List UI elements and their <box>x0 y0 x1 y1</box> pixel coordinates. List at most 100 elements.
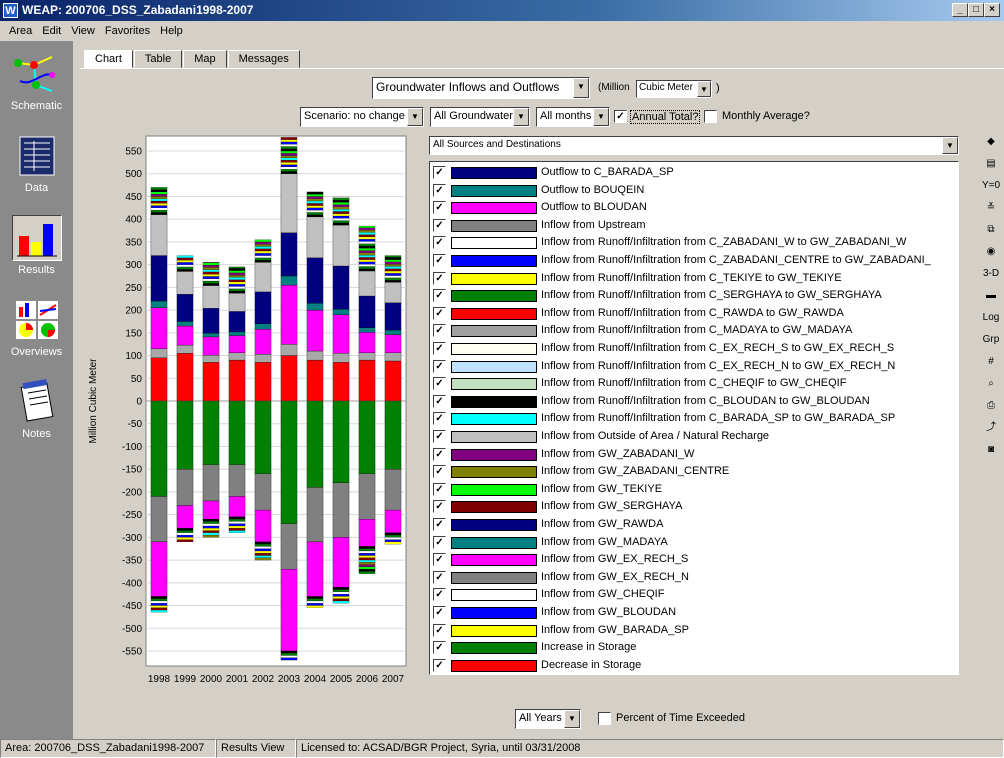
months-select[interactable]: All months ▼ <box>536 107 610 127</box>
tab-table[interactable]: Table <box>133 50 183 68</box>
scenario-select[interactable]: Scenario: no change ▼ <box>300 107 424 127</box>
stack-icon[interactable]: ≚ <box>981 198 1001 218</box>
sidebar-item-notes[interactable]: Notes <box>0 379 73 440</box>
tab-messages[interactable]: Messages <box>227 50 300 68</box>
years-select[interactable]: All Years ▼ <box>515 709 581 729</box>
unit-select[interactable]: Cubic Meter ▼ <box>636 80 712 98</box>
group-icon[interactable]: Grp <box>981 330 1001 350</box>
legend-checkbox[interactable]: ✓ <box>433 500 446 514</box>
variable-select[interactable]: Groundwater Inflows and Outflows ▼ <box>372 77 590 99</box>
color-palette-icon[interactable]: ◆ <box>981 132 1001 152</box>
3d-icon[interactable]: 3-D <box>981 264 1001 284</box>
log-scale-icon[interactable]: Log <box>981 308 1001 328</box>
legend-checkbox[interactable]: ✓ <box>433 306 446 320</box>
legend-checkbox[interactable]: ✓ <box>433 359 446 373</box>
legend-checkbox[interactable]: ✓ <box>433 570 446 584</box>
legend-checkbox[interactable]: ✓ <box>433 342 446 355</box>
legend-checkbox[interactable]: ✓ <box>433 553 446 567</box>
monthly-average-checkbox[interactable] <box>704 110 717 123</box>
menu-help[interactable]: Help <box>155 25 188 37</box>
legend-checkbox[interactable]: ✓ <box>433 289 446 303</box>
maximize-icon[interactable]: □ <box>968 3 984 17</box>
legend-item[interactable]: ✓ Inflow from Runoff/Infiltration from C_… <box>430 375 958 393</box>
legend-item[interactable]: ✓ Inflow from Runoff/Infiltration from C_… <box>430 252 958 270</box>
sidebar-item-schematic[interactable]: Schematic <box>0 51 73 112</box>
legend-item[interactable]: ✓ Outflow to C_BARADA_SP <box>430 164 958 182</box>
close-icon[interactable]: × <box>984 3 1000 17</box>
legend-checkbox[interactable]: ✓ <box>433 482 446 496</box>
line-width-icon[interactable]: ▬ <box>981 286 1001 306</box>
legend-checkbox[interactable]: ✓ <box>433 166 446 179</box>
sources-select[interactable]: All Sources and Destinations ▼ <box>429 136 959 155</box>
legend-checkbox[interactable]: ✓ <box>433 254 446 267</box>
legend-item[interactable]: ✓ Inflow from Runoff/Infiltration from C_… <box>430 393 958 411</box>
menu-edit[interactable]: Edit <box>37 25 66 37</box>
legend-checkbox[interactable]: ✓ <box>433 447 446 461</box>
legend-checkbox[interactable]: ✓ <box>433 606 446 619</box>
print-icon[interactable]: ⎙ <box>981 396 1001 416</box>
legend-item[interactable]: ✓ Inflow from Runoff/Infiltration from C_… <box>430 322 958 340</box>
export-icon[interactable]: ⤴ <box>981 418 1001 438</box>
legend-item[interactable]: ✓ Inflow from Runoff/Infiltration from C_… <box>430 270 958 288</box>
legend-checkbox[interactable]: ✓ <box>433 377 446 391</box>
legend-item[interactable]: ✓ Inflow from Runoff/Infiltration from C_… <box>430 234 958 252</box>
legend-checkbox[interactable]: ✓ <box>433 271 446 285</box>
legend-item[interactable]: ✓ Increase in Storage <box>430 639 958 657</box>
legend-checkbox[interactable]: ✓ <box>433 658 446 672</box>
legend-checkbox[interactable]: ✓ <box>433 588 446 602</box>
chart-type-icon[interactable]: ▤ <box>981 154 1001 174</box>
legend-item[interactable]: ✓ Inflow from GW_EX_RECH_N <box>430 569 958 587</box>
legend-checkbox[interactable]: ✓ <box>433 236 446 250</box>
menu-view[interactable]: View <box>66 25 100 37</box>
annual-total-checkbox[interactable]: ✓ <box>614 110 627 123</box>
legend-item[interactable]: ✓ Decrease in Storage <box>430 657 958 675</box>
legend-item[interactable]: ✓ Inflow from GW_TEKIYE <box>430 481 958 499</box>
tab-chart[interactable]: Chart <box>84 50 133 68</box>
legend-item[interactable]: ✓ Inflow from Runoff/Infiltration from C_… <box>430 358 958 376</box>
groundwater-select[interactable]: All Groundwater ▼ <box>430 107 530 127</box>
legend-checkbox[interactable]: ✓ <box>433 218 446 232</box>
legend-checkbox[interactable]: ✓ <box>433 183 446 197</box>
legend-item[interactable]: ✓ Inflow from GW_BLOUDAN <box>430 604 958 622</box>
legend-item[interactable]: ✓ Inflow from GW_CHEQIF <box>430 586 958 604</box>
legend-item[interactable]: ✓ Inflow from GW_ZABADANI_W <box>430 446 958 464</box>
legend-checkbox[interactable]: ✓ <box>433 201 446 215</box>
legend-item[interactable]: ✓ Inflow from Runoff/Infiltration from C_… <box>430 305 958 323</box>
legend-checkbox[interactable]: ✓ <box>433 412 446 426</box>
legend-item[interactable]: ✓ Inflow from GW_BARADA_SP <box>430 622 958 640</box>
legend-item[interactable]: ✓ Inflow from Runoff/Infiltration from C_… <box>430 287 958 305</box>
menu-area[interactable]: Area <box>4 25 37 37</box>
legend-checkbox[interactable]: ✓ <box>433 535 446 549</box>
legend-item[interactable]: ✓ Inflow from GW_MADAYA <box>430 534 958 552</box>
legend-item[interactable]: ✓ Inflow from Outside of Area / Natural R… <box>430 428 958 446</box>
legend-checkbox[interactable]: ✓ <box>433 518 446 531</box>
sidebar-item-data[interactable]: Data <box>0 133 73 194</box>
sidebar-item-results[interactable]: Results <box>0 215 73 276</box>
zoom-icon[interactable]: ⌕ <box>981 374 1001 394</box>
legend-item[interactable]: ✓ Outflow to BLOUDAN <box>430 199 958 217</box>
percent-exceeded-checkbox[interactable] <box>598 712 611 725</box>
legend-checkbox[interactable]: ✓ <box>433 430 446 443</box>
legend-checkbox[interactable]: ✓ <box>433 641 446 655</box>
legend-checkbox[interactable]: ✓ <box>433 465 446 479</box>
pie-icon[interactable]: ◉ <box>981 242 1001 262</box>
copy-icon[interactable]: ⧉ <box>981 220 1001 240</box>
legend-item[interactable]: ✓ Inflow from GW_EX_RECH_S <box>430 551 958 569</box>
grid-icon[interactable]: # <box>981 352 1001 372</box>
sidebar-item-overviews[interactable]: Overviews <box>0 297 73 358</box>
tab-map[interactable]: Map <box>183 50 227 68</box>
legend-item[interactable]: ✓ Inflow from Runoff/Infiltration from C_… <box>430 410 958 428</box>
legend-item[interactable]: ✓ Inflow from Runoff/Infiltration from C_… <box>430 340 958 358</box>
camera-icon[interactable]: ◙ <box>981 440 1001 460</box>
legend-item[interactable]: ✓ Inflow from Upstream <box>430 217 958 235</box>
legend-checkbox[interactable]: ✓ <box>433 394 446 408</box>
menu-favorites[interactable]: Favorites <box>100 25 155 37</box>
legend-checkbox[interactable]: ✓ <box>433 623 446 637</box>
legend-item[interactable]: ✓ Inflow from GW_RAWDA <box>430 516 958 534</box>
y-zero-icon[interactable]: Y=0 <box>981 176 1001 196</box>
legend-item[interactable]: ✓ Inflow from GW_ZABADANI_CENTRE <box>430 463 958 481</box>
minimize-icon[interactable]: _ <box>952 3 968 17</box>
legend-checkbox[interactable]: ✓ <box>433 324 446 338</box>
legend-item[interactable]: ✓ Outflow to BOUQEIN <box>430 182 958 200</box>
legend-item[interactable]: ✓ Inflow from GW_SERGHAYA <box>430 498 958 516</box>
